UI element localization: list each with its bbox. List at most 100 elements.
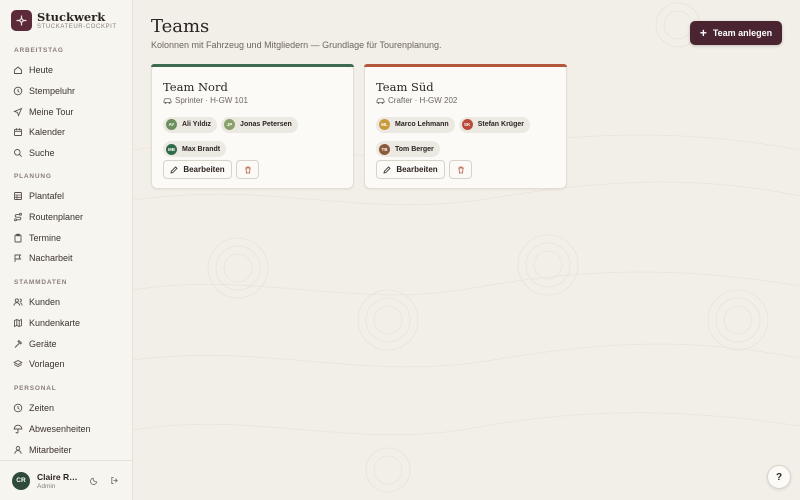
- sidebar-item-label: Suche: [29, 148, 55, 159]
- sidebar-item-termine[interactable]: Termine: [13, 230, 123, 246]
- team-accent-bar: [364, 64, 567, 67]
- sidebar-item-label: Plantafel: [29, 191, 65, 201]
- pencil-icon: [383, 165, 391, 174]
- sidebar-item-plantafel[interactable]: Plantafel: [13, 188, 123, 204]
- edit-label: Bearbeiten: [396, 165, 438, 174]
- sidebar: Stuckwerk STUCKATEUR-COCKPIT ARBEITSTAG H…: [0, 0, 133, 500]
- brand[interactable]: Stuckwerk STUCKATEUR-COCKPIT: [11, 10, 117, 31]
- sidebar-section-label: PERSONAL: [14, 385, 57, 392]
- search-icon: [14, 149, 23, 158]
- clock-icon: [13, 86, 23, 96]
- sidebar-item-geräte[interactable]: Geräte: [13, 336, 123, 352]
- member-avatar: MB: [166, 143, 177, 155]
- layers-icon: [13, 360, 23, 368]
- sidebar-item-label: Geräte: [29, 338, 57, 349]
- sidebar-item-label: Kunden: [29, 297, 61, 307]
- umbrella-icon: [13, 424, 23, 434]
- user-name: Claire Ro...: [37, 471, 81, 482]
- sidebar-item-suche[interactable]: Suche: [13, 145, 123, 161]
- delete-team-button[interactable]: [236, 160, 259, 179]
- dark-mode-toggle[interactable]: [87, 474, 101, 488]
- member-name: Stefan Krüger: [477, 121, 524, 128]
- users-icon: [13, 298, 23, 306]
- brand-subtitle: STUCKATEUR-COCKPIT: [37, 24, 117, 30]
- member-chip: ML Marco Lehmann: [376, 116, 455, 133]
- member-avatar: SK: [461, 119, 473, 130]
- sidebar-item-zeiten[interactable]: Zeiten: [13, 400, 123, 416]
- user-block: CR Claire Ro... Admin: [0, 460, 133, 500]
- sidebar-item-label: Kundenkarte: [29, 317, 81, 328]
- sidebar-item-heute[interactable]: Heute: [13, 62, 123, 78]
- car-icon: [376, 97, 385, 104]
- moon-icon: [89, 477, 97, 485]
- sidebar-item-label: Nacharbeit: [29, 253, 73, 264]
- member-name: Tom Berger: [395, 145, 434, 153]
- team-card: Team Nord Sprinter · H-GW 101 AY Ali Yıl…: [151, 64, 354, 189]
- sidebar-item-label: Routenplaner: [29, 211, 84, 222]
- avatar[interactable]: CR: [12, 471, 30, 490]
- member-chip: JP Jonas Petersen: [221, 116, 298, 133]
- sidebar-item-label: Termine: [29, 232, 62, 243]
- grid-icon: [14, 192, 22, 200]
- sidebar-item-abwesenheiten[interactable]: Abwesenheiten: [13, 421, 123, 437]
- page-title: Teams: [151, 16, 210, 37]
- brand-name: Stuckwerk: [37, 10, 106, 24]
- member-name: Marco Lehmann: [395, 121, 449, 128]
- team-name: Team Nord: [163, 80, 228, 94]
- sidebar-item-kunden[interactable]: Kunden: [13, 294, 123, 310]
- sidebar-item-kalender[interactable]: Kalender: [13, 124, 123, 140]
- map-icon: [14, 318, 22, 327]
- help-button[interactable]: ?: [767, 465, 791, 489]
- clock-icon: [13, 403, 23, 413]
- member-avatar: ML: [379, 119, 390, 130]
- trash-icon: [457, 166, 464, 173]
- hammer-icon: [14, 339, 23, 348]
- member-avatar: JP: [224, 119, 236, 130]
- team-accent-bar: [151, 64, 354, 67]
- vehicle-label: Sprinter · H-GW 101: [175, 96, 248, 105]
- sidebar-item-routenplaner[interactable]: Routenplaner: [13, 209, 123, 225]
- user-icon: [14, 445, 22, 454]
- member-chip: AY Ali Yıldız: [163, 116, 218, 133]
- sidebar-item-label: Meine Tour: [29, 106, 74, 117]
- car-icon: [163, 97, 172, 104]
- edit-team-button[interactable]: Bearbeiten: [376, 160, 445, 179]
- team-card: Team Süd Crafter · H-GW 202 ML Marco Leh…: [364, 64, 567, 189]
- sidebar-item-label: Vorlagen: [29, 359, 65, 370]
- member-list: AY Ali Yıldız JP Jonas Petersen MB Max B…: [163, 113, 348, 162]
- sidebar-item-label: Zeiten: [29, 403, 55, 413]
- sidebar-item-label: Abwesenheiten: [29, 423, 91, 434]
- add-team-label: Team anlegen: [712, 28, 773, 38]
- team-vehicle: Sprinter · H-GW 101: [163, 96, 248, 105]
- member-avatar: TB: [379, 143, 390, 155]
- logout-button[interactable]: [107, 474, 121, 488]
- brand-logo-icon: [11, 10, 32, 31]
- sidebar-item-label: Stempeluhr: [29, 85, 76, 96]
- delete-team-button[interactable]: [449, 160, 472, 179]
- sidebar-item-meine-tour[interactable]: Meine Tour: [13, 104, 123, 120]
- plus-icon: +: [699, 26, 707, 40]
- trash-icon: [244, 166, 251, 173]
- calendar-icon: [14, 128, 22, 137]
- sidebar-item-label: Mitarbeiter: [29, 444, 72, 455]
- sidebar-item-kundenkarte[interactable]: Kundenkarte: [13, 315, 123, 331]
- sidebar-item-label: Heute: [29, 65, 54, 75]
- sidebar-item-label: Kalender: [29, 127, 66, 138]
- home-icon: [14, 66, 22, 74]
- page-subtitle: Kolonnen mit Fahrzeug und Mitgliedern — …: [151, 40, 442, 50]
- logout-icon: [110, 476, 118, 485]
- edit-team-button[interactable]: Bearbeiten: [163, 160, 232, 179]
- sidebar-item-nacharbeit[interactable]: Nacharbeit: [13, 250, 123, 266]
- team-vehicle: Crafter · H-GW 202: [376, 96, 457, 105]
- member-chip: TB Tom Berger: [376, 141, 440, 157]
- navigation-icon: [13, 107, 23, 117]
- route-icon: [14, 212, 22, 222]
- add-team-button[interactable]: + Team anlegen: [690, 21, 782, 45]
- team-name: Team Süd: [376, 80, 434, 94]
- sidebar-item-mitarbeiter[interactable]: Mitarbeiter: [13, 442, 123, 458]
- member-chip: SK Stefan Krüger: [458, 116, 530, 133]
- sidebar-item-vorlagen[interactable]: Vorlagen: [13, 356, 123, 372]
- sidebar-section-label: PLANUNG: [14, 173, 52, 180]
- vehicle-label: Crafter · H-GW 202: [388, 96, 458, 105]
- sidebar-item-stempeluhr[interactable]: Stempeluhr: [13, 83, 123, 99]
